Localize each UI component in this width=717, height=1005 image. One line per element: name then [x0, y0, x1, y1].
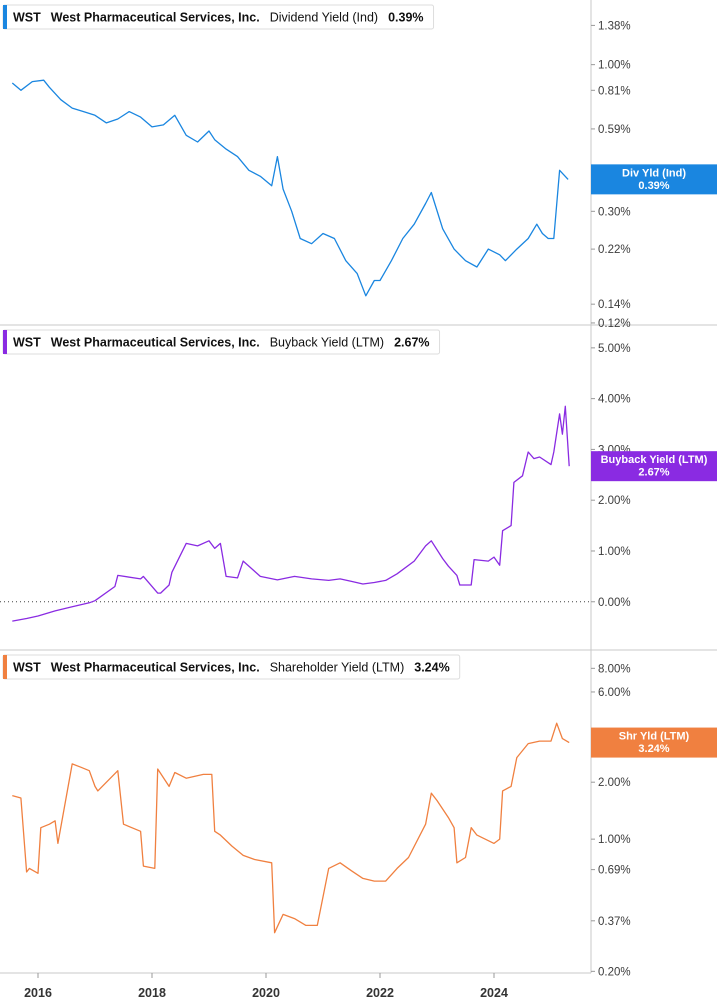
legend-company: West Pharmaceutical Services, Inc.: [51, 661, 260, 675]
legend-ticker: WST: [13, 11, 41, 25]
chart-panel-3: 8.00% 6.00% 2.00% 1.00% 0.69% 0.37% 0.20% WST We…: [2, 654, 717, 978]
badge-value: 3.24%: [638, 743, 669, 755]
legend-color-swatch: [3, 330, 7, 354]
legend-color-swatch: [3, 655, 7, 679]
y-tick-label: 0.22%: [598, 244, 631, 256]
y-tick-label: 0.69%: [598, 865, 631, 877]
y-tick-label: 2.00%: [598, 495, 631, 507]
series-line-2: [12, 405, 570, 622]
y-tick-label: 1.00%: [598, 834, 631, 846]
legend-ticker: WST: [13, 336, 41, 350]
chart-panel-1: 1.38% 1.00% 0.81% 0.59% 0.30% 0.22% 0.14% 0.12%…: [2, 4, 717, 330]
y-tick-label: 0.12%: [598, 318, 631, 330]
x-tick-label: 2016: [24, 986, 52, 1000]
x-tick-label: 2022: [366, 986, 394, 1000]
y-tick-label: 1.00%: [598, 60, 631, 72]
badge-value: 0.39%: [638, 180, 669, 192]
legend-company: West Pharmaceutical Services, Inc.: [51, 336, 260, 350]
x-axis: 2016 2018 2020 2022 2024: [24, 973, 508, 1000]
y-tick-label: 5.00%: [598, 343, 631, 355]
y-tick-label: 0.14%: [598, 299, 631, 311]
series-line-1: [11, 79, 569, 297]
chart-canvas: 1.38% 1.00% 0.81% 0.59% 0.30% 0.22% 0.14% 0.12%…: [0, 0, 717, 1000]
legend-metric: Shareholder Yield (LTM): [270, 661, 405, 675]
legend-metric: Buyback Yield (LTM): [270, 336, 384, 350]
legend-metric: Dividend Yield (Ind): [270, 11, 378, 25]
chart-panel-2: 5.00%4.00%3.00%2.00%1.00%0.00%WST West Ph…: [0, 329, 717, 622]
y-tick-label: 0.37%: [598, 916, 631, 928]
y-tick-label: 0.81%: [598, 85, 631, 97]
badge-label: Div Yld (Ind): [622, 167, 686, 179]
legend-value: 0.39%: [388, 11, 423, 25]
y-tick-label: 0.30%: [598, 206, 631, 218]
legend-value: 3.24%: [414, 661, 449, 675]
x-tick-label: 2020: [252, 986, 280, 1000]
badge-value: 2.67%: [638, 467, 669, 479]
y-tick-label: 0.20%: [598, 966, 631, 978]
x-tick-label: 2018: [138, 986, 166, 1000]
y-tick-label: 0.00%: [598, 597, 631, 609]
legend-company: West Pharmaceutical Services, Inc.: [51, 11, 260, 25]
y-tick-label: 2.00%: [598, 777, 631, 789]
x-tick-label: 2024: [480, 986, 508, 1000]
legend-ticker: WST: [13, 661, 41, 675]
y-tick-label: 1.00%: [598, 546, 631, 558]
legend-color-swatch: [3, 5, 7, 29]
badge-label: Buyback Yield (LTM): [601, 454, 708, 466]
y-tick-label: 0.59%: [598, 124, 631, 136]
badge-label: Shr Yld (LTM): [619, 731, 690, 743]
series-line-3: [12, 722, 570, 934]
y-tick-label: 8.00%: [598, 663, 631, 675]
legend-value: 2.67%: [394, 336, 429, 350]
y-tick-label: 1.38%: [598, 20, 631, 32]
y-tick-label: 6.00%: [598, 687, 631, 699]
y-tick-label: 4.00%: [598, 394, 631, 406]
